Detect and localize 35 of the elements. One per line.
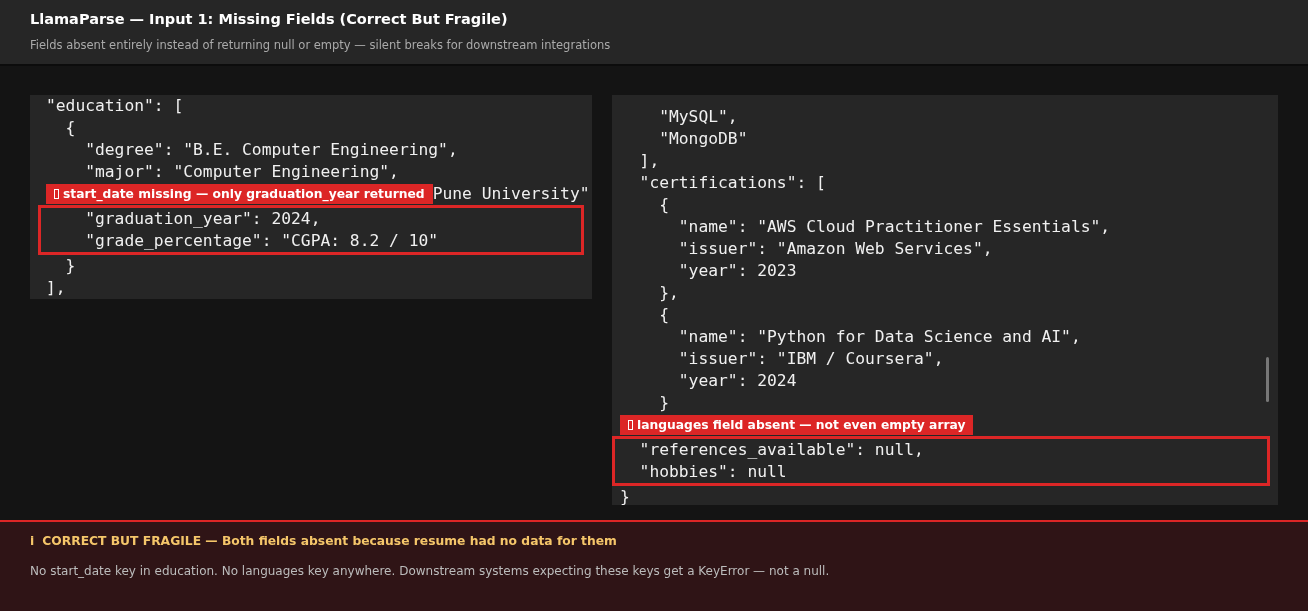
code-line: { xyxy=(658,304,670,326)
code-line: { xyxy=(64,117,77,139)
code-line: "name": "Python for Data Science and AI", xyxy=(677,326,1082,348)
code-line: "MySQL", xyxy=(658,106,739,128)
code-line: ], xyxy=(46,277,67,299)
code-line: "year": 2023 xyxy=(677,260,798,282)
page-subtitle: Fields absent entirely instead of returning null or empty — silent breaks for downstream integrations xyxy=(30,37,612,55)
banner-title: CORRECT BUT FRAGILE — Both fields absent because resume had no data for them xyxy=(42,533,617,550)
code-line: } xyxy=(620,486,631,505)
code-line: } xyxy=(658,392,670,414)
page-title: LlamaParse — Input 1: Missing Fields (Correct But Fragile) xyxy=(30,11,509,29)
code-line: "major": "Computer Engineering", xyxy=(84,161,400,183)
info-icon: i xyxy=(30,532,35,551)
code-line: "year": 2024 xyxy=(677,370,798,392)
glyph-icon xyxy=(54,189,59,199)
code-line: "education": [ xyxy=(46,95,185,117)
code-line: "degree": "B.E. Computer Engineering", xyxy=(84,139,459,161)
code-line: "certifications": [ xyxy=(638,172,827,194)
code-line: "issuer": "IBM / Coursera", xyxy=(677,348,945,370)
code-line: "grade_percentage": "CGPA: 8.2 / 10" xyxy=(84,230,440,252)
code-line: "references_available": null, xyxy=(638,439,925,461)
code-line: } xyxy=(64,255,77,277)
code-line: Pune University", xyxy=(432,183,592,205)
glyph-icon xyxy=(628,420,633,430)
code-line: "graduation_year": 2024, xyxy=(84,208,322,230)
code-line: "hobbies": null xyxy=(638,461,788,483)
code-line: "MongoDB" xyxy=(658,128,749,150)
code-line: { xyxy=(658,194,670,216)
warning-callout: start_date missing — only graduation_year returned xyxy=(46,184,433,204)
code-line: "issuer": "Amazon Web Services", xyxy=(677,238,994,260)
code-line: }, xyxy=(658,282,680,304)
code-line: "name": "AWS Cloud Practitioner Essentials", xyxy=(677,216,1112,238)
banner-text: No start_date key in education. No languages key anywhere. Downstream systems expecting these keys get a KeyError — not a null. xyxy=(30,563,831,581)
warning-callout: languages field absent — not even empty array xyxy=(620,415,974,435)
code-line: ], xyxy=(638,150,661,172)
